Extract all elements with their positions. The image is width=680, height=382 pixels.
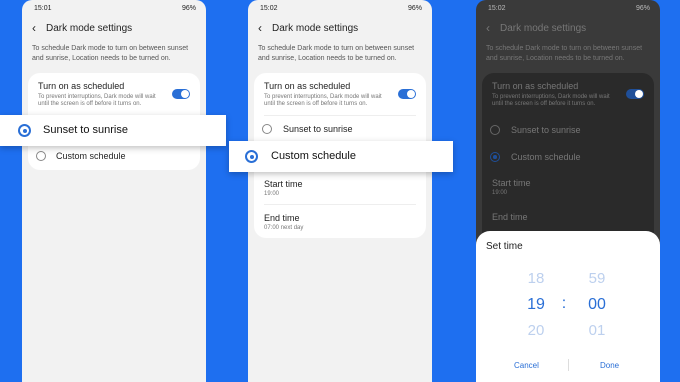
schedule-toggle[interactable]: [398, 89, 416, 99]
status-time: 15:01: [34, 4, 52, 12]
app-header: ‹ Dark mode settings: [486, 20, 650, 36]
schedule-toggle[interactable]: [626, 89, 644, 99]
start-time-label[interactable]: Start time: [492, 178, 531, 188]
app-header: ‹ Dark mode settings: [32, 20, 196, 36]
location-description: To schedule Dark mode to turn on between…: [486, 45, 643, 62]
custom-schedule-radio[interactable]: [245, 150, 258, 163]
status-battery: 96%: [407, 4, 422, 12]
start-time-value: 19:00: [492, 190, 508, 196]
custom-schedule-option[interactable]: Custom schedule: [229, 141, 453, 172]
cancel-button[interactable]: Cancel: [514, 361, 539, 370]
end-time-label[interactable]: End time: [264, 213, 300, 223]
hour-prev[interactable]: 18: [521, 270, 551, 287]
time-separator: :: [561, 295, 567, 312]
sunset-to-sunrise-label: Sunset to sunrise: [511, 125, 581, 135]
sunset-to-sunrise-label: Sunset to sunrise: [43, 124, 128, 136]
schedule-title: Turn on as scheduled: [38, 81, 125, 91]
back-arrow-icon[interactable]: ‹: [32, 21, 46, 35]
custom-schedule-label: Custom schedule: [511, 152, 581, 162]
custom-schedule-radio[interactable]: [36, 151, 46, 161]
phone-screen-2: 15:02 96% ‹ Dark mode settings To schedu…: [248, 0, 432, 382]
done-button[interactable]: Done: [600, 361, 619, 370]
dialog-title: Set time: [486, 241, 523, 252]
minute-selected[interactable]: 00: [582, 296, 612, 314]
end-time-value: 07:00 next day: [264, 225, 304, 231]
schedule-title: Turn on as scheduled: [492, 81, 579, 91]
page-title: Dark mode settings: [500, 22, 587, 34]
custom-schedule-radio[interactable]: [490, 152, 500, 162]
page-title: Dark mode settings: [46, 22, 133, 34]
sunset-to-sunrise-radio[interactable]: [262, 124, 272, 134]
back-arrow-icon[interactable]: ‹: [258, 21, 272, 35]
custom-schedule-label: Custom schedule: [271, 150, 356, 162]
start-time-label[interactable]: Start time: [264, 179, 303, 189]
phone-screen-3: 15:02 96% ‹ Dark mode settings To schedu…: [476, 0, 660, 382]
divider: [264, 204, 416, 205]
back-arrow-icon[interactable]: ‹: [486, 21, 500, 35]
start-time-value: 19:00: [264, 191, 280, 197]
status-bar: 15:02 96%: [260, 3, 422, 13]
phone-screen-1: 15:01 96% ‹ Dark mode settings To schedu…: [22, 0, 206, 382]
page-title: Dark mode settings: [272, 22, 359, 34]
sunset-to-sunrise-radio[interactable]: [490, 125, 500, 135]
schedule-toggle[interactable]: [172, 89, 190, 99]
set-time-dialog: Set time 18 19 20 : 59 00 01 Cancel Done: [476, 231, 660, 382]
schedule-subtitle: To prevent interruptions, Dark mode will…: [492, 94, 610, 107]
location-description: To schedule Dark mode to turn on between…: [32, 45, 189, 62]
status-bar: 15:01 96%: [34, 3, 196, 13]
status-battery: 96%: [635, 4, 650, 12]
sunset-to-sunrise-label: Sunset to sunrise: [283, 124, 353, 134]
sunset-to-sunrise-option[interactable]: Sunset to sunrise: [0, 115, 226, 146]
end-time-label[interactable]: End time: [492, 212, 528, 222]
app-header: ‹ Dark mode settings: [258, 20, 422, 36]
schedule-card: Turn on as scheduled To prevent interrup…: [482, 73, 654, 243]
schedule-subtitle: To prevent interruptions, Dark mode will…: [264, 94, 382, 107]
status-battery: 96%: [181, 4, 196, 12]
custom-schedule-label: Custom schedule: [56, 151, 126, 161]
minute-prev[interactable]: 59: [582, 270, 612, 287]
hour-next[interactable]: 20: [521, 322, 551, 339]
status-time: 15:02: [260, 4, 278, 12]
status-bar: 15:02 96%: [488, 3, 650, 13]
schedule-title: Turn on as scheduled: [264, 81, 351, 91]
schedule-subtitle: To prevent interruptions, Dark mode will…: [38, 94, 156, 107]
status-time: 15:02: [488, 4, 506, 12]
sunset-to-sunrise-radio[interactable]: [18, 124, 31, 137]
hour-selected[interactable]: 19: [521, 296, 551, 314]
divider: [264, 115, 416, 116]
location-description: To schedule Dark mode to turn on between…: [258, 45, 415, 62]
button-divider: [568, 359, 569, 371]
minute-next[interactable]: 01: [582, 322, 612, 339]
